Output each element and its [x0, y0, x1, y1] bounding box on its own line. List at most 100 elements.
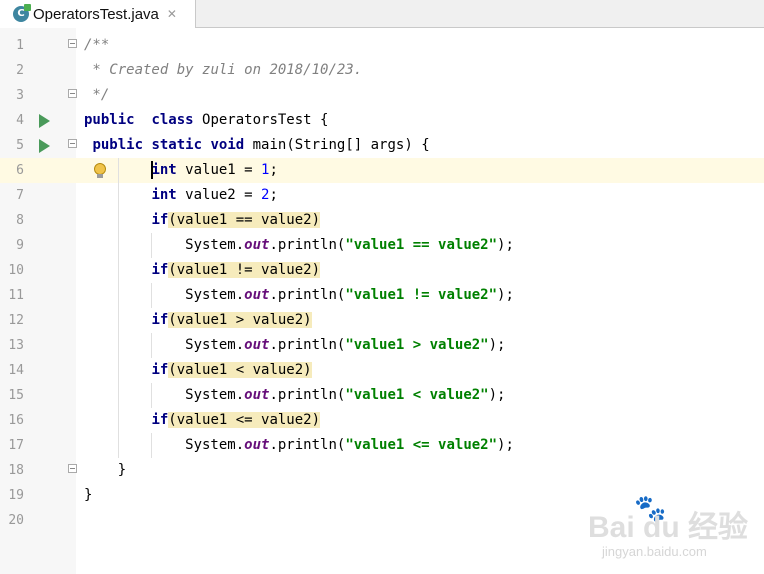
code-token: ; [269, 162, 278, 178]
code-line[interactable]: if(value1 != value2) [76, 258, 764, 283]
gutter-line: 4 [0, 108, 76, 133]
code-line[interactable]: System.out.println("value1 > value2"); [76, 333, 764, 358]
gutter-line: 2 [0, 58, 76, 83]
code-line[interactable]: if(value1 < value2) [76, 358, 764, 383]
tab-operators-test[interactable]: C OperatorsTest.java ✕ [0, 0, 196, 28]
code-token: System. [84, 287, 245, 303]
code-token: zuli [202, 62, 236, 78]
line-number: 12 [8, 313, 24, 328]
code-token: System. [84, 387, 245, 403]
line-number: 7 [16, 188, 24, 203]
line-number: 2 [16, 63, 24, 78]
code-line[interactable]: * Created by zuli on 2018/10/23. [76, 58, 764, 83]
code-token: class [151, 112, 194, 128]
code-text: public class OperatorsTest { [84, 108, 328, 133]
code-token: ); [488, 387, 506, 403]
code-token: out [244, 337, 270, 353]
code-token: "value1 < value2" [345, 387, 489, 403]
close-icon[interactable]: ✕ [167, 7, 177, 21]
code-token: value1 = [176, 162, 262, 178]
code-text: System.out.println("value1 == value2"); [84, 233, 514, 258]
gutter-line: 14 [0, 358, 76, 383]
code-line[interactable]: */ [76, 83, 764, 108]
line-number: 4 [16, 113, 24, 128]
line-number: 8 [16, 213, 24, 228]
code-token: */ [84, 87, 110, 103]
code-text: */ [84, 83, 109, 108]
code-token: System. [84, 337, 245, 353]
line-number: 9 [16, 238, 24, 253]
code-line[interactable]: System.out.println("value1 == value2"); [76, 233, 764, 258]
code-text: if(value1 == value2) [84, 208, 321, 233]
code-line[interactable]: int value1 = 1; [76, 158, 764, 183]
code-token: if [151, 212, 169, 228]
gutter-line: 13 [0, 333, 76, 358]
code-line[interactable]: int value2 = 2; [76, 183, 764, 208]
gutter-line: 10 [0, 258, 76, 283]
code-line[interactable]: System.out.println("value1 != value2"); [76, 283, 764, 308]
code-text: } [84, 483, 92, 508]
gutter-line: 20 [0, 508, 76, 533]
code-token: public [92, 137, 144, 153]
code-token: "value1 != value2" [345, 287, 498, 303]
line-number: 15 [8, 388, 24, 403]
code-text: System.out.println("value1 < value2"); [84, 383, 505, 408]
code-token: if [151, 412, 169, 428]
code-token: ); [497, 437, 514, 453]
indent-guide [151, 283, 153, 308]
code-line[interactable]: if(value1 <= value2) [76, 408, 764, 433]
code-token: "value1 <= value2" [345, 437, 498, 453]
code-token: System. [84, 237, 245, 253]
code-token: (value1 <= value2) [168, 412, 321, 428]
code-token: .println( [269, 287, 346, 303]
gutter-line: 8 [0, 208, 76, 233]
run-icon[interactable] [39, 139, 50, 153]
code-token: (value1 > value2) [168, 312, 312, 328]
code-text: System.out.println("value1 <= value2"); [84, 433, 514, 458]
code-line[interactable]: System.out.println("value1 <= value2"); [76, 433, 764, 458]
code-token: on 2018/10/23. [235, 62, 363, 78]
code-text: System.out.println("value1 > value2"); [84, 333, 505, 358]
gutter-line: 7 [0, 183, 76, 208]
code-line[interactable]: public class OperatorsTest { [76, 108, 764, 133]
gutter-line: 15 [0, 383, 76, 408]
code-token: (value1 == value2) [168, 212, 321, 228]
text-caret [151, 161, 154, 179]
code-token: out [244, 437, 270, 453]
indent-guide [151, 433, 153, 458]
code-token: OperatorsTest { [193, 112, 329, 128]
indent-guide [117, 158, 119, 458]
line-number: 13 [8, 338, 24, 353]
code-line[interactable]: if(value1 == value2) [76, 208, 764, 233]
code-token: ); [497, 237, 514, 253]
code-token: (value1 < value2) [168, 362, 312, 378]
code-token: } [84, 462, 127, 478]
code-line[interactable]: if(value1 > value2) [76, 308, 764, 333]
watermark-brand: Bai du 经验 [588, 511, 749, 544]
code-text: int value1 = 1; [84, 158, 278, 183]
code-text: } [84, 458, 126, 483]
code-text: int value2 = 2; [84, 183, 278, 208]
code-token: ; [269, 187, 278, 203]
code-line[interactable]: System.out.println("value1 < value2"); [76, 383, 764, 408]
code-token: if [151, 362, 169, 378]
code-token: ); [488, 337, 506, 353]
code-token: out [244, 387, 270, 403]
watermark-url: jingyan.baidu.com [602, 544, 707, 559]
code-token: (value1 != value2) [168, 262, 321, 278]
line-number: 10 [8, 263, 24, 278]
code-line[interactable]: public static void main(String[] args) { [76, 133, 764, 158]
code-line[interactable]: } [76, 458, 764, 483]
line-number: 16 [8, 413, 24, 428]
code-token: int [151, 162, 177, 178]
code-token: .println( [269, 387, 346, 403]
code-token: .println( [269, 237, 346, 253]
line-number: 19 [8, 488, 24, 503]
code-token: if [151, 262, 169, 278]
code-text: if(value1 <= value2) [84, 408, 321, 433]
intention-bulb-icon[interactable] [94, 163, 106, 178]
run-icon[interactable] [39, 114, 50, 128]
code-token: "value1 == value2" [345, 237, 498, 253]
editor-tab-bar: C OperatorsTest.java ✕ [0, 0, 764, 28]
code-line[interactable]: /** [76, 33, 764, 58]
